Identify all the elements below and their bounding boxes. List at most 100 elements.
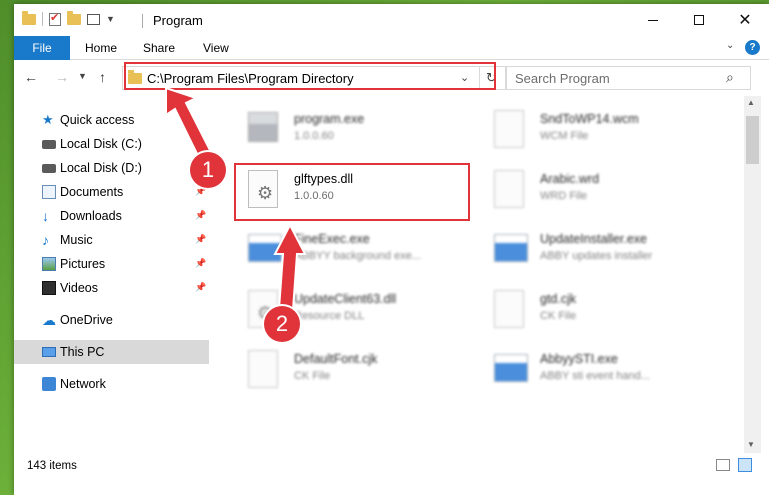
- step-badge-2: 2: [264, 306, 300, 342]
- file-name: glftypes.dll: [294, 172, 354, 186]
- search-box[interactable]: Search Program ⌕: [506, 66, 751, 90]
- file-icon: [494, 290, 524, 328]
- item-count: 143 items: [27, 460, 77, 472]
- scroll-thumb[interactable]: [746, 116, 759, 164]
- file-name: UpdateInstaller.exe: [540, 232, 648, 246]
- maximize-button[interactable]: [676, 4, 722, 36]
- pin-icon: 📌: [195, 282, 207, 292]
- cloud-icon: ☁: [42, 312, 56, 328]
- file-name: AbbyySTI.exe: [540, 352, 618, 366]
- file-icon: [494, 170, 524, 208]
- sidebar-item-network[interactable]: Network: [14, 372, 209, 396]
- maximize-icon: [694, 15, 704, 25]
- sidebar-item-label: This PC: [60, 345, 105, 359]
- search-input[interactable]: Search Program: [515, 71, 610, 86]
- file-item-abbyysti-exe[interactable]: AbbyySTI.exe ABBY sti event hand...: [484, 340, 724, 396]
- pin-icon: 📌: [195, 258, 207, 268]
- file-list: program.exe 1.0.0.60 SndToWP14.wcm WCM F…: [224, 96, 744, 453]
- pictures-icon: [42, 257, 56, 271]
- qat-dropdown-icon[interactable]: ▼: [106, 14, 115, 24]
- file-type: Resource DLL: [294, 310, 365, 322]
- tab-share[interactable]: Share: [143, 41, 175, 55]
- sidebar-item-label: Pictures: [60, 257, 106, 271]
- navigation-pane: ★ Quick access Local Disk (C:) 📌 Local D…: [14, 96, 209, 453]
- sidebar-item-music[interactable]: ♪ Music 📌: [14, 228, 209, 252]
- up-arrow-icon[interactable]: ↑: [99, 69, 106, 85]
- help-icon[interactable]: ?: [745, 40, 760, 55]
- file-name: UpdateClient63.dll: [294, 292, 397, 306]
- file-name: SndToWP14.wcm: [540, 112, 639, 126]
- file-item-glftypes-dll[interactable]: ⚙ glftypes.dll 1.0.0.60: [238, 160, 478, 216]
- file-name: Arabic.wrd: [540, 172, 600, 186]
- sidebar-item-label: Downloads: [60, 209, 122, 223]
- refresh-button[interactable]: ↻: [479, 67, 503, 89]
- details-view-icon[interactable]: [716, 459, 730, 471]
- properties-check-icon[interactable]: [49, 11, 61, 26]
- sidebar-item-videos[interactable]: Videos 📌: [14, 276, 209, 300]
- sidebar-item-label: Documents: [60, 185, 124, 199]
- tab-view[interactable]: View: [203, 41, 229, 55]
- sidebar-item-onedrive[interactable]: ☁ OneDrive: [14, 308, 209, 332]
- sidebar-item-this-pc[interactable]: This PC: [14, 340, 209, 364]
- file-type: ABBY updates installer: [540, 250, 653, 262]
- gear-icon: ⚙: [257, 183, 274, 203]
- dll-file-icon: ⚙: [248, 170, 278, 208]
- file-name: DefaultFont.cjk: [294, 352, 378, 366]
- tab-file[interactable]: File: [14, 36, 70, 60]
- status-bar: 143 items: [14, 453, 769, 477]
- sidebar-item-label: Local Disk (C:): [60, 137, 142, 151]
- vertical-scrollbar[interactable]: ▲ ▼: [744, 96, 761, 453]
- sidebar-item-label: Network: [60, 377, 106, 391]
- file-version: 1.0.0.60: [294, 190, 334, 202]
- star-icon: ★: [42, 112, 54, 127]
- sidebar-item-downloads[interactable]: ↓ Downloads 📌: [14, 204, 209, 228]
- file-item-gtd-cjk[interactable]: gtd.cjk CK File: [484, 280, 724, 336]
- file-name: FineExec.exe: [294, 232, 370, 246]
- file-item-program-exe[interactable]: program.exe 1.0.0.60: [238, 100, 478, 156]
- sidebar-item-label: Music: [60, 233, 93, 247]
- tab-home[interactable]: Home: [85, 41, 117, 55]
- address-path[interactable]: C:\Program Files\Program Directory: [147, 71, 354, 86]
- sidebar-item-label: Videos: [60, 281, 98, 295]
- new-folder-icon[interactable]: [67, 10, 81, 25]
- close-button[interactable]: ✕: [722, 4, 768, 36]
- minimize-button[interactable]: [630, 4, 676, 36]
- recent-locations-icon[interactable]: ▼: [78, 71, 87, 81]
- file-item-fineexec-exe[interactable]: FineExec.exe ABBYY background exe...: [238, 220, 478, 276]
- sidebar-item-local-disk-d[interactable]: Local Disk (D:): [14, 156, 209, 180]
- sidebar-item-pictures[interactable]: Pictures 📌: [14, 252, 209, 276]
- customize-view-icon[interactable]: [87, 13, 100, 25]
- application-icon: [248, 112, 278, 142]
- scroll-down-icon[interactable]: ▼: [747, 440, 755, 449]
- forward-arrow-icon[interactable]: →: [55, 69, 69, 85]
- file-name: program.exe: [294, 112, 365, 126]
- sidebar-item-documents[interactable]: Documents 📌: [14, 180, 209, 204]
- back-arrow-icon[interactable]: ←: [24, 69, 38, 85]
- file-item-defaultfont-cjk[interactable]: DefaultFont.cjk CK File: [238, 340, 478, 396]
- file-item-updateinstaller-exe[interactable]: UpdateInstaller.exe ABBY updates install…: [484, 220, 724, 276]
- file-version: 1.0.0.60: [294, 130, 334, 142]
- file-item-sndtowp14-wcm[interactable]: SndToWP14.wcm WCM File: [484, 100, 724, 156]
- explorer-window: ▼ Program ✕ File Home Share View ⌄ ? ← →…: [14, 4, 769, 495]
- sidebar-item-local-disk-c[interactable]: Local Disk (C:) 📌: [14, 132, 209, 156]
- file-name: gtd.cjk: [540, 292, 577, 306]
- disk-icon: [42, 140, 56, 149]
- disk-icon: [42, 164, 56, 173]
- download-icon: ↓: [42, 208, 49, 224]
- sidebar-item-label: Quick access: [60, 113, 135, 127]
- scroll-up-icon[interactable]: ▲: [747, 98, 755, 107]
- application-icon: [494, 234, 528, 262]
- file-item-arabic-wrd[interactable]: Arabic.wrd WRD File: [484, 160, 724, 216]
- sidebar-item-quick-access[interactable]: ★ Quick access: [14, 108, 209, 132]
- window-title: Program: [153, 13, 203, 28]
- network-icon: [42, 377, 56, 391]
- large-icons-view-icon[interactable]: [738, 458, 752, 472]
- sidebar-item-label: Local Disk (D:): [60, 161, 142, 175]
- pin-icon: 📌: [195, 210, 207, 220]
- expand-ribbon-icon[interactable]: ⌄: [726, 40, 734, 51]
- file-type: CK File: [540, 310, 577, 322]
- search-icon: ⌕: [726, 69, 734, 85]
- address-dropdown-icon[interactable]: ⌄: [460, 71, 469, 84]
- pin-icon: 📌: [195, 234, 207, 244]
- address-bar[interactable]: C:\Program Files\Program Directory ⌄ ↻: [122, 66, 506, 90]
